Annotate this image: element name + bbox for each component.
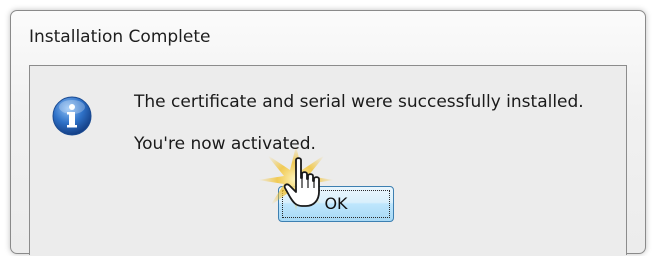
ok-button-label: OK xyxy=(324,194,348,213)
ok-button[interactable]: OK xyxy=(278,186,394,222)
dialog-title: Installation Complete xyxy=(29,27,211,47)
dialog-title-bar[interactable]: Installation Complete xyxy=(11,11,645,65)
page: Installation Complete The certificate an… xyxy=(0,0,659,256)
installation-complete-dialog: Installation Complete The certificate an… xyxy=(10,10,646,255)
message-line-1: The certificate and serial were successf… xyxy=(134,92,584,112)
information-icon xyxy=(52,96,92,136)
dialog-content: The certificate and serial were successf… xyxy=(29,65,627,255)
message-line-2: You're now activated. xyxy=(134,134,316,154)
